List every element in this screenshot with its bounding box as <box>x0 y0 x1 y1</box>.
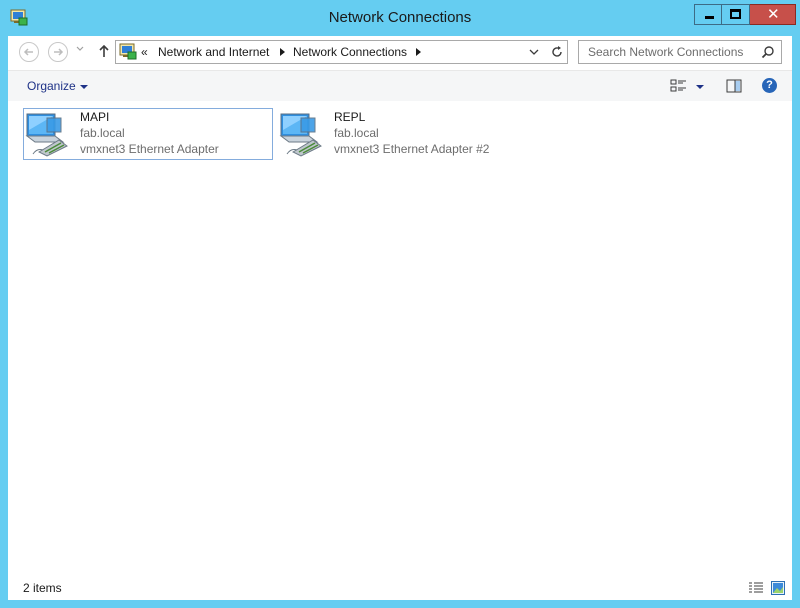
connection-domain: fab.local <box>80 126 125 140</box>
back-button[interactable] <box>19 42 39 62</box>
minimize-icon <box>705 16 714 19</box>
network-adapter-icon <box>279 113 322 157</box>
search-box[interactable] <box>578 40 782 64</box>
connection-device: vmxnet3 Ethernet Adapter #2 <box>334 142 490 156</box>
back-arrow-icon <box>23 48 33 56</box>
connection-item-repl[interactable]: REPL fab.local vmxnet3 Ethernet Adapter … <box>277 108 527 160</box>
breadcrumb-separator-icon[interactable] <box>416 48 421 56</box>
connection-item-mapi[interactable]: MAPI fab.local vmxnet3 Ethernet Adapter <box>23 108 273 160</box>
network-connections-icon <box>119 43 137 60</box>
view-options-caret-icon[interactable] <box>696 85 704 89</box>
search-icon[interactable] <box>761 45 775 59</box>
connections-list: MAPI fab.local vmxnet3 Ethernet Adapter … <box>8 101 792 571</box>
forward-button[interactable] <box>48 42 68 62</box>
maximize-icon <box>730 9 741 19</box>
navigation-bar: « Network and Internet Network Connectio… <box>8 36 792 68</box>
minimize-button[interactable] <box>694 4 722 25</box>
close-icon: ✕ <box>767 6 780 23</box>
connection-device: vmxnet3 Ethernet Adapter <box>80 142 219 156</box>
refresh-icon[interactable] <box>550 45 564 59</box>
forward-arrow-icon <box>54 48 64 56</box>
title-bar[interactable]: Network Connections ✕ <box>0 0 800 36</box>
address-bar[interactable]: « Network and Internet Network Connectio… <box>115 40 568 64</box>
status-bar: 2 items <box>8 576 792 600</box>
change-view-icon[interactable] <box>670 79 688 93</box>
connection-domain: fab.local <box>334 126 379 140</box>
close-button[interactable]: ✕ <box>750 4 796 25</box>
chevron-down-icon[interactable] <box>529 47 539 57</box>
organize-caret-icon[interactable] <box>80 85 88 89</box>
chevron-down-icon <box>76 46 84 51</box>
up-arrow-icon[interactable] <box>98 44 110 58</box>
help-icon[interactable]: ? <box>762 78 777 93</box>
breadcrumb-separator-icon[interactable] <box>280 48 285 56</box>
connection-name: MAPI <box>80 110 110 124</box>
command-bar: Organize ? <box>8 70 792 101</box>
search-input[interactable] <box>579 41 759 63</box>
client-area: « Network and Internet Network Connectio… <box>8 36 792 600</box>
large-icons-view-icon[interactable] <box>771 581 785 595</box>
window-title: Network Connections <box>328 9 472 26</box>
preview-pane-icon[interactable] <box>726 79 742 93</box>
item-count: 2 items <box>23 581 62 595</box>
recent-locations-button[interactable] <box>76 44 84 54</box>
explorer-window: Network Connections ✕ « Network and Inte… <box>0 0 800 608</box>
breadcrumb-network-and-internet[interactable]: Network and Internet <box>158 45 269 59</box>
network-adapter-icon <box>25 113 68 157</box>
connection-name: REPL <box>334 110 366 124</box>
breadcrumb-network-connections[interactable]: Network Connections <box>293 45 407 59</box>
maximize-button[interactable] <box>722 4 750 25</box>
breadcrumb-overflow[interactable]: « <box>141 45 148 59</box>
organize-button[interactable]: Organize <box>27 79 76 93</box>
details-view-icon[interactable] <box>748 581 764 595</box>
